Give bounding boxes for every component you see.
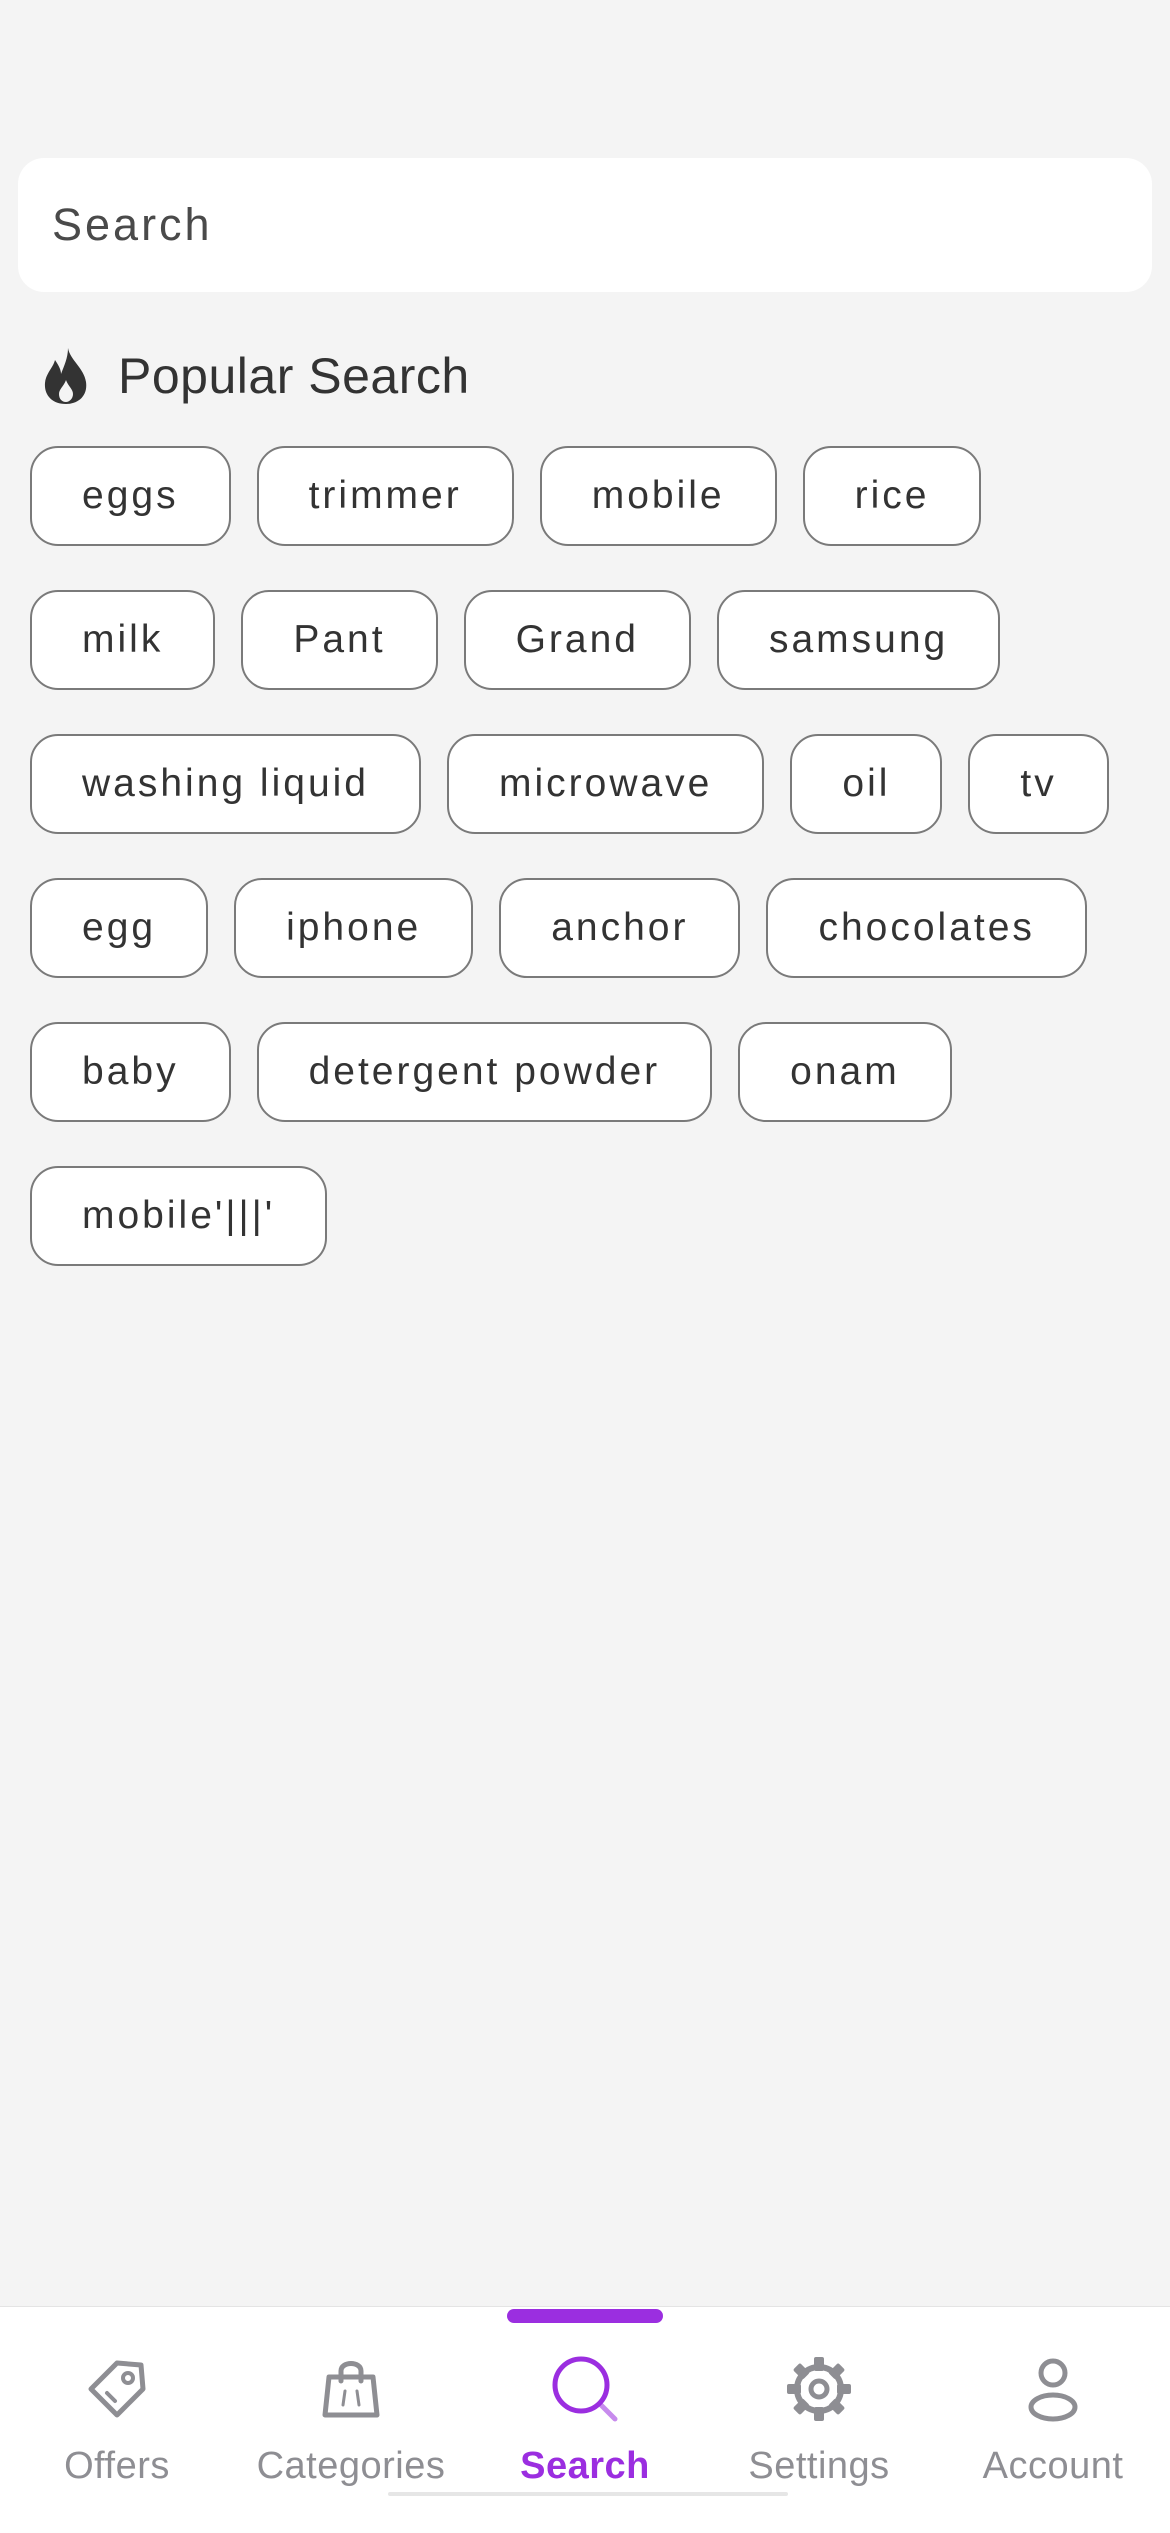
search-chip[interactable]: samsung	[716, 590, 1001, 690]
search-chip[interactable]: detergent powder	[256, 1022, 713, 1122]
search-chip[interactable]: washing liquid	[30, 734, 421, 834]
tab-categories[interactable]: Categories	[234, 2307, 468, 2533]
search-chip[interactable]: onam	[738, 1022, 952, 1122]
search-chip[interactable]: eggs	[30, 446, 231, 546]
home-indicator	[388, 2492, 788, 2496]
tab-label: Offers	[64, 2445, 170, 2487]
tab-label: Account	[982, 2445, 1124, 2487]
section-title: Popular Search	[118, 348, 470, 404]
search-chip[interactable]: egg	[30, 878, 209, 978]
search-chip[interactable]: oil	[790, 734, 943, 834]
tab-account[interactable]: Account	[936, 2307, 1170, 2533]
search-chip[interactable]: Pant	[241, 590, 438, 690]
search-input[interactable]	[50, 157, 1152, 293]
search-chip[interactable]: mobile	[539, 446, 777, 546]
tab-label: Search	[520, 2445, 650, 2487]
person-icon	[1013, 2349, 1093, 2429]
search-chip[interactable]: trimmer	[256, 446, 514, 546]
bottom-tab-bar: Offers Categories Search Settings Account	[0, 2306, 1170, 2533]
tab-settings[interactable]: Settings	[702, 2307, 936, 2533]
tab-offers[interactable]: Offers	[0, 2307, 234, 2533]
active-tab-indicator	[507, 2309, 663, 2323]
search-bar[interactable]	[18, 157, 1152, 293]
tab-label: Categories	[256, 2445, 446, 2487]
tab-label: Settings	[748, 2445, 890, 2487]
search-chip[interactable]: chocolates	[766, 878, 1087, 978]
tab-search[interactable]: Search	[468, 2307, 702, 2533]
search-chip[interactable]: rice	[802, 446, 982, 546]
search-chip[interactable]: anchor	[499, 878, 741, 978]
search-chip[interactable]: milk	[30, 590, 216, 690]
search-chip[interactable]: Grand	[463, 590, 691, 690]
tag-icon	[77, 2349, 157, 2429]
flame-icon	[38, 346, 94, 406]
search-chip[interactable]: tv	[968, 734, 1109, 834]
search-icon	[545, 2349, 625, 2429]
bag-icon	[311, 2349, 391, 2429]
popular-search-header: Popular Search	[38, 340, 470, 412]
search-chip[interactable]: baby	[30, 1022, 231, 1122]
popular-search-chips: eggs trimmer mobile rice milk Pant Grand samsun…	[30, 446, 1140, 1266]
gear-icon	[779, 2349, 859, 2429]
search-chip[interactable]: mobile'|||'	[30, 1166, 328, 1266]
search-chip[interactable]: microwave	[447, 734, 765, 834]
search-chip[interactable]: iphone	[234, 878, 474, 978]
